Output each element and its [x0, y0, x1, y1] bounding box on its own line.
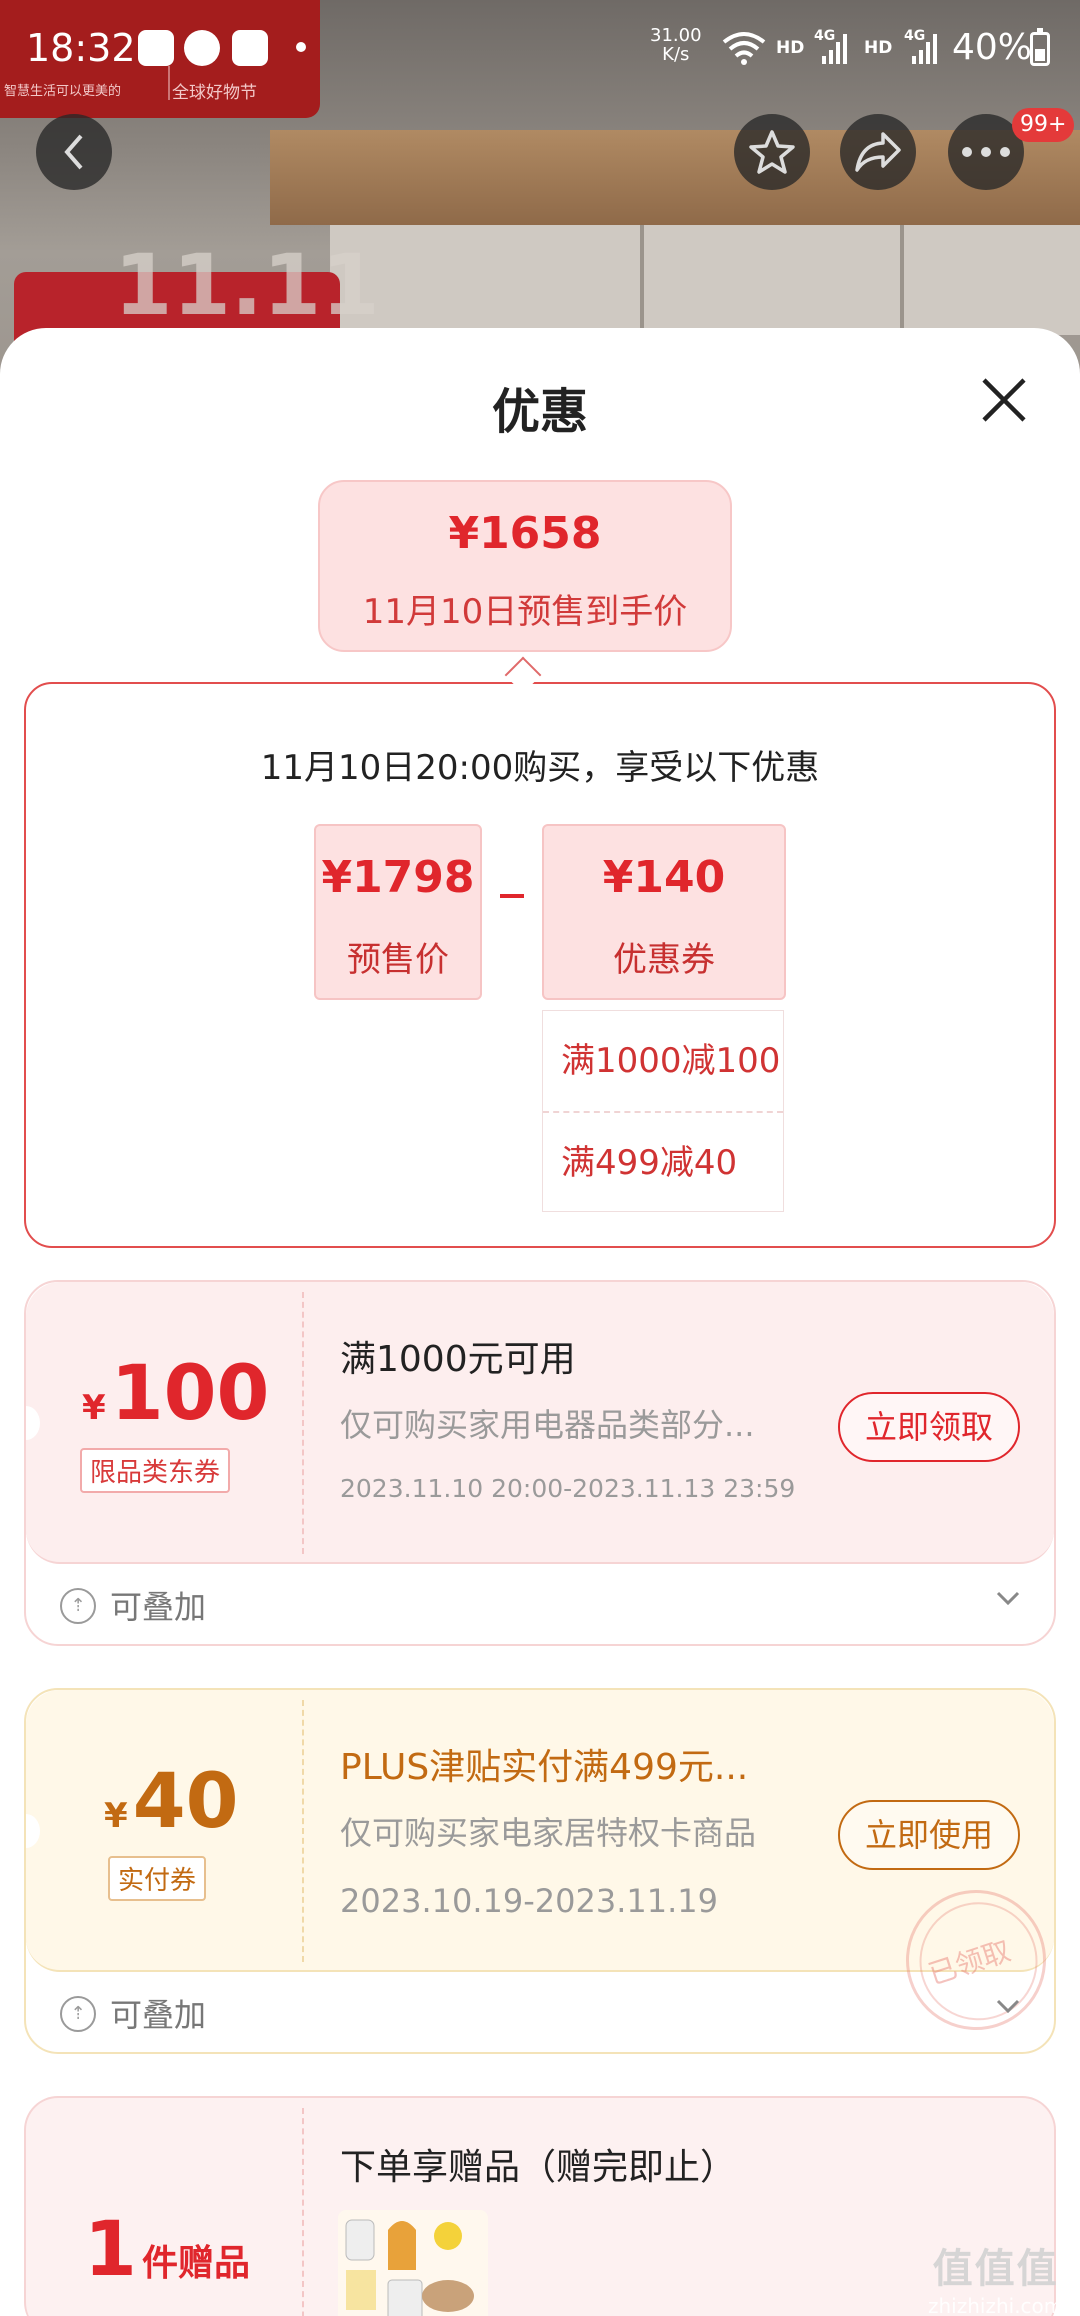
favorite-button[interactable]	[734, 114, 810, 190]
hd-label-2: HD	[864, 38, 893, 58]
coupon-period: 2023.11.10 20:00-2023.11.13 23:59	[340, 1474, 796, 1503]
gift-card[interactable]: 1 件赠品 下单享赠品（赠完即止）	[24, 2096, 1056, 2316]
coupon-total-box: ¥140 优惠券	[542, 824, 786, 1000]
stackable-label: 可叠加	[110, 1996, 207, 2034]
network-speed: 31.00 K/s	[650, 25, 702, 65]
discount-breakdown: 11月10日20:00购买，享受以下优惠 ¥1798 预售价 ¥140 优惠券 …	[24, 682, 1056, 1248]
coupon-amount-area: ¥ 40 实付券	[26, 1690, 302, 1972]
back-button[interactable]	[36, 114, 112, 190]
coupon-type-tag: 实付券	[108, 1856, 207, 1901]
star-icon	[749, 130, 795, 174]
share-icon	[855, 132, 901, 172]
more-dots-icon	[962, 147, 1010, 157]
coupon-total-label: 优惠券	[613, 940, 715, 980]
final-price-label: 11月10日预售到手价	[362, 592, 688, 632]
stackable-row[interactable]: ⇡ 可叠加	[26, 1972, 1054, 2052]
presale-price-value: ¥1798	[321, 852, 475, 903]
badge-text: 11.11	[114, 236, 380, 334]
coupon-title: PLUS津贴实付满499元...	[340, 1747, 749, 1788]
sheet-title: 优惠	[491, 384, 588, 440]
signal-icon-2	[912, 34, 937, 64]
stack-icon: ⇡	[60, 1996, 96, 2032]
message-badge: 99+	[1012, 108, 1075, 142]
site-watermark: 值值值 zhizhizhi.com	[928, 2246, 1064, 2316]
presale-price-box: ¥1798 预售价	[314, 824, 482, 1000]
stackable-label: 可叠加	[110, 1588, 207, 1626]
coupon-amount: 40	[132, 1756, 239, 1845]
coupon-currency: ¥	[104, 1796, 128, 1836]
task-icon	[232, 30, 268, 66]
more-notifications-dot	[296, 42, 306, 52]
breakdown-heading: 11月10日20:00购买，享受以下优惠	[260, 748, 820, 788]
gift-title: 下单享赠品（赠完即止）	[340, 2147, 737, 2188]
coupon-card-40: ¥ 40 实付券 PLUS津贴实付满499元... 仅可购买家电家居特权卡商品 …	[24, 1688, 1056, 2054]
status-time: 18:32	[26, 26, 136, 70]
chevron-down-icon	[996, 1999, 1020, 2014]
status-bar: 18:32 31.00 K/s HD 4G HD 4G 40%	[0, 0, 1080, 96]
list-item: 满1000减100	[561, 1041, 781, 1081]
kitchen-tools-image	[345, 2219, 474, 2316]
chevron-down-icon	[996, 1591, 1020, 1606]
coupon-breakdown-list: 满1000减100 满499减40	[542, 1010, 784, 1212]
claim-coupon-button[interactable]: 立即领取	[838, 1392, 1020, 1462]
coupon-card-100: ¥ 100 限品类东券 满1000元可用 仅可购买家用电器品类部分... 202…	[24, 1280, 1056, 1646]
stack-icon: ⇡	[60, 1588, 96, 1624]
gift-count: 1	[84, 2204, 137, 2293]
use-coupon-button[interactable]: 立即使用	[838, 1800, 1020, 1870]
gift-thumbnail[interactable]	[338, 2210, 488, 2316]
final-price-amount: ¥1658	[448, 508, 602, 559]
discount-sheet: 优惠 ¥1658 11月10日预售到手价 11月10日20:00购买，享受以下优…	[0, 328, 1080, 2316]
gift-count-area: 1 件赠品	[26, 2098, 302, 2316]
close-icon[interactable]	[972, 368, 1036, 432]
stackable-row[interactable]: ⇡ 可叠加	[26, 1564, 1054, 1644]
hd-label-1: HD	[776, 38, 805, 58]
coupon-amount-area: ¥ 100 限品类东券	[26, 1282, 302, 1564]
gift-unit: 件赠品	[141, 2243, 250, 2284]
final-price-card: ¥1658 11月10日预售到手价	[318, 480, 732, 652]
coupon-title: 满1000元可用	[340, 1339, 576, 1380]
coupon-total-value: ¥140	[602, 852, 726, 903]
coupon-description: 仅可购买家电家居特权卡商品	[340, 1814, 757, 1852]
list-item: 满499减40	[543, 1111, 783, 1211]
share-button[interactable]	[840, 114, 916, 190]
wecom-icon	[184, 30, 220, 66]
battery-percent: 40%	[952, 27, 1033, 68]
coupon-description: 仅可购买家用电器品类部分...	[340, 1406, 755, 1444]
wifi-icon	[722, 32, 766, 65]
gallery-icon	[138, 30, 174, 66]
presale-price-label: 预售价	[347, 940, 449, 980]
chevron-left-icon	[64, 134, 83, 170]
coupon-period: 2023.10.19-2023.11.19	[340, 1882, 718, 1920]
coupon-amount: 100	[110, 1348, 270, 1437]
signal-icon-1	[822, 34, 847, 64]
battery-icon	[1030, 28, 1050, 66]
minus-sign	[500, 894, 524, 898]
coupon-type-tag: 限品类东券	[80, 1448, 231, 1493]
coupon-currency: ¥	[82, 1388, 106, 1428]
